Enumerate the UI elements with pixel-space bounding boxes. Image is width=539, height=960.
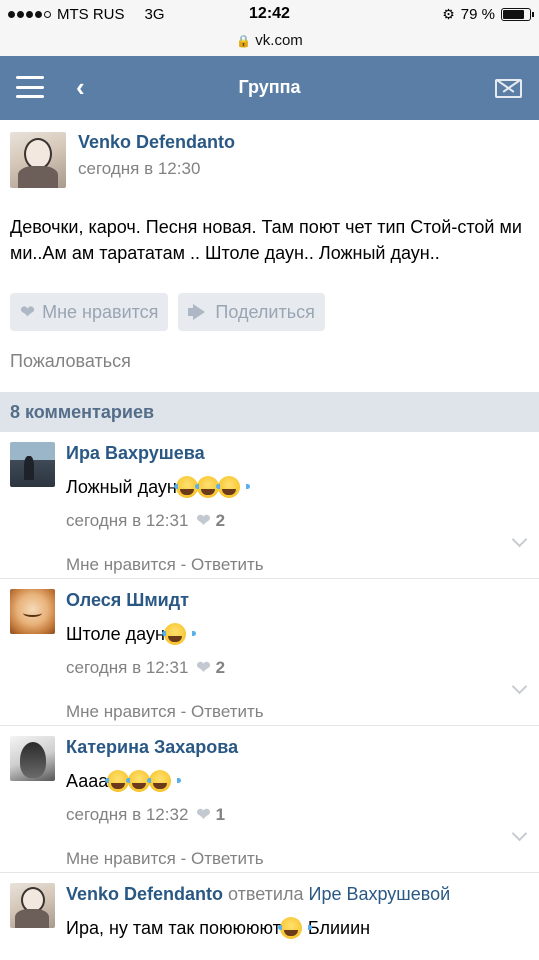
- comment-actions: Мне нравится - Ответить: [66, 555, 529, 575]
- comment: Ира Вахрушева Ложный даун сегодня в 12:3…: [0, 432, 539, 579]
- heart-icon: ❤: [20, 302, 36, 322]
- url-text: vk.com: [255, 32, 303, 49]
- comment-text: Ложный даун: [66, 476, 529, 498]
- comment-timestamp: сегодня в 12:32: [66, 805, 189, 824]
- post-header: Venko Defendanto сегодня в 12:30: [10, 132, 529, 188]
- comment-text: Штоле даун: [66, 623, 529, 645]
- avatar[interactable]: [10, 736, 55, 781]
- comment: Олеся Шмидт Штоле даун сегодня в 12:31 ❤…: [0, 579, 539, 726]
- megaphone-icon: [188, 304, 208, 320]
- share-label: Поделиться: [215, 301, 315, 322]
- tears-of-joy-emoji: [105, 770, 182, 792]
- reply-link[interactable]: Ответить: [191, 849, 264, 868]
- comment-author-line: Venko Defendanto ответила Ире Вахрушевой: [66, 884, 529, 905]
- comment-text: Ира, ну там так поюююют Блииин: [66, 917, 371, 939]
- like-link[interactable]: Мне нравится: [66, 555, 176, 574]
- tears-of-joy-emoji: [173, 476, 250, 498]
- like-count: ❤ 2: [196, 658, 226, 677]
- navbar: ‹ Группа: [0, 56, 539, 120]
- comment-meta: сегодня в 12:32 ❤ 1: [66, 805, 529, 825]
- comment-author[interactable]: Катерина Захарова: [66, 737, 529, 758]
- page-title: Группа: [238, 77, 301, 97]
- battery-info: ⚙ 79 %: [442, 6, 534, 23]
- heart-icon: ❤: [196, 805, 211, 824]
- comment-author[interactable]: Venko Defendanto: [66, 884, 223, 904]
- share-button[interactable]: Поделиться: [178, 293, 325, 331]
- reply-link[interactable]: Ответить: [191, 702, 264, 721]
- comment-text: Аааа: [66, 770, 529, 792]
- comment-timestamp: сегодня в 12:31: [66, 511, 189, 530]
- like-link[interactable]: Мне нравится: [66, 849, 176, 868]
- comment-timestamp: сегодня в 12:31: [66, 658, 189, 677]
- rotation-lock-icon: ⚙: [442, 6, 455, 22]
- post-author[interactable]: Venko Defendanto: [78, 132, 235, 153]
- comment-author[interactable]: Ира Вахрушева: [66, 443, 529, 464]
- separator: -: [175, 555, 191, 574]
- reply-target[interactable]: ответила Ире Вахрушевой: [228, 884, 450, 904]
- avatar[interactable]: [10, 132, 66, 188]
- post-text: Девочки, кароч. Песня новая. Там поют че…: [10, 217, 522, 263]
- comment-meta: сегодня в 12:31 ❤ 2: [66, 658, 529, 678]
- like-button[interactable]: ❤ Мне нравится: [10, 293, 169, 331]
- like-label: Мне нравится: [42, 301, 159, 322]
- lock-icon: 🔒: [236, 34, 252, 48]
- tears-of-joy-emoji: [161, 623, 196, 645]
- avatar[interactable]: [10, 442, 55, 487]
- comments-count-header: 8 комментариев: [0, 392, 539, 432]
- like-count: ❤ 1: [196, 805, 226, 824]
- post-timestamp[interactable]: сегодня в 12:30: [78, 159, 235, 179]
- comment: Катерина Захарова Аааа сегодня в 12:32 ❤…: [0, 726, 539, 873]
- comment: Venko Defendanto ответила Ире Вахрушевой…: [0, 873, 539, 943]
- post-actions: ❤ Мне нравится Поделиться: [10, 293, 529, 331]
- avatar[interactable]: [10, 883, 55, 928]
- comment-author[interactable]: Олеся Шмидт: [66, 590, 529, 611]
- report-link[interactable]: Пожаловаться: [10, 351, 529, 392]
- like-link[interactable]: Мне нравится: [66, 702, 176, 721]
- post: Venko Defendanto сегодня в 12:30 Девочки…: [0, 120, 539, 392]
- reply-link[interactable]: Ответить: [191, 555, 264, 574]
- separator: -: [175, 702, 191, 721]
- separator: -: [175, 849, 191, 868]
- url-bar[interactable]: 🔒 vk.com: [0, 30, 539, 56]
- like-count: ❤ 2: [196, 511, 226, 530]
- envelope-icon[interactable]: [495, 79, 522, 98]
- heart-icon: ❤: [196, 658, 211, 677]
- comment-actions: Мне нравится - Ответить: [66, 702, 529, 722]
- heart-icon: ❤: [196, 511, 211, 530]
- status-bar: MTS RUS 3G 12:42 ⚙ 79 %: [0, 0, 539, 30]
- comment-meta: сегодня в 12:31 ❤ 2: [66, 511, 529, 531]
- crying-emoji: [277, 917, 312, 939]
- battery-percent: 79 %: [460, 6, 495, 23]
- avatar[interactable]: [10, 589, 55, 634]
- comment-actions: Мне нравится - Ответить: [66, 849, 529, 869]
- battery-icon: [501, 8, 534, 21]
